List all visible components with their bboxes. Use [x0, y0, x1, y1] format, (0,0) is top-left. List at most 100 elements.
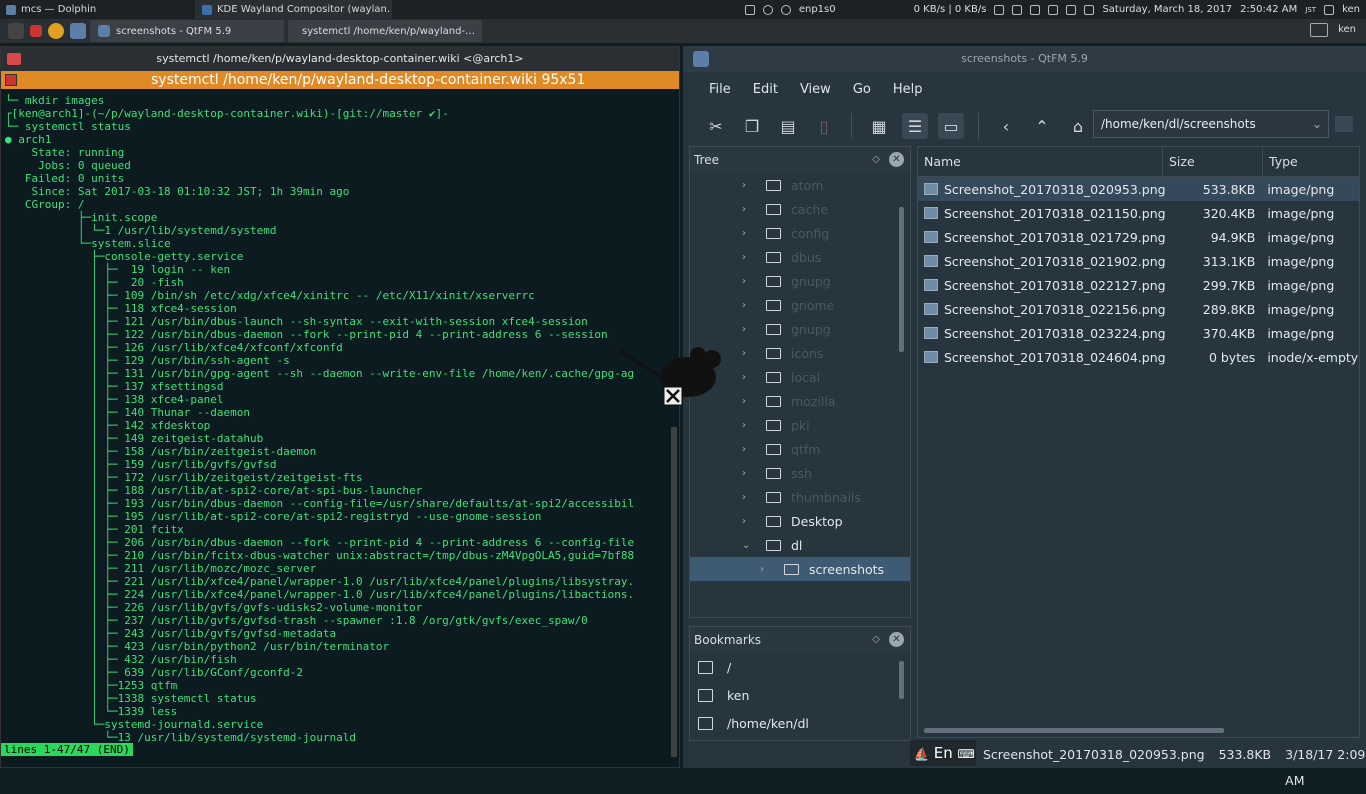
bookmark-item[interactable]: / — [690, 653, 910, 681]
chevron-right-icon[interactable]: › — [742, 372, 754, 383]
network-icon[interactable] — [780, 4, 791, 15]
home-icon[interactable]: ⌂ — [1065, 113, 1091, 139]
clipboard-icon[interactable] — [1066, 4, 1077, 15]
up-icon[interactable]: ⌃ — [1029, 113, 1055, 139]
chevron-right-icon[interactable]: › — [742, 396, 754, 407]
tree-item[interactable]: › screenshots — [690, 557, 910, 581]
chevron-right-icon[interactable]: › — [742, 444, 754, 455]
icon-view-icon[interactable]: ▦ — [866, 113, 892, 139]
terminal-tab[interactable]: systemctl /home/ken/p/wayland-desktop-co… — [1, 71, 679, 89]
chevron-right-icon[interactable]: › — [742, 204, 754, 215]
chevron-right-icon[interactable]: › — [742, 300, 754, 311]
menu-go[interactable]: Go — [853, 82, 871, 97]
bookmarks-scrollbar[interactable] — [899, 661, 904, 699]
file-row[interactable]: Screenshot_20170318_020953.png 533.8KB ima… — [918, 177, 1359, 201]
file-row[interactable]: Screenshot_20170318_021150.png 320.4KB ima… — [918, 201, 1359, 225]
file-size: 289.8KB — [1202, 301, 1256, 317]
file-row[interactable]: Screenshot_20170318_021729.png 94.9KB imag… — [918, 225, 1359, 249]
top-user-label[interactable]: ken — [1342, 4, 1360, 15]
tree-item[interactable]: › dbus — [690, 245, 910, 269]
terminal-titlebar[interactable]: systemctl /home/ken/p/wayland-desktop-co… — [1, 47, 679, 71]
bookmark-item[interactable]: /home/ken/dl — [690, 709, 910, 737]
chevron-right-icon[interactable]: › — [742, 420, 754, 431]
tree-item[interactable]: › gnupg — [690, 317, 910, 341]
bookmark-item[interactable]: ken — [690, 681, 910, 709]
close-icon[interactable]: ✕ — [889, 152, 904, 167]
file-row[interactable]: Screenshot_20170318_024604.png 0 bytes ino… — [918, 345, 1359, 369]
tree-item[interactable]: › pki — [690, 413, 910, 437]
terminal-scrollbar[interactable] — [671, 427, 677, 757]
path-input[interactable]: /home/ken/dl/screenshots ⌄ — [1093, 110, 1329, 138]
chevron-right-icon[interactable]: › — [742, 324, 754, 335]
files-launcher-icon[interactable] — [70, 23, 86, 39]
chrome-icon[interactable] — [48, 23, 64, 39]
terminal-line: │ ├─ 423 /usr/bin/python2 /usr/bin/termi… — [5, 640, 390, 653]
settings-icon[interactable] — [762, 4, 773, 15]
paste-icon[interactable]: ▤ — [775, 113, 801, 139]
chevron-right-icon[interactable]: › — [742, 348, 754, 359]
tree-view-icon[interactable]: ▭ — [938, 113, 964, 139]
tree-item[interactable]: › gnupg — [690, 269, 910, 293]
terminal-close-icon[interactable] — [7, 53, 21, 65]
float-icon[interactable]: ◇ — [872, 627, 880, 653]
file-row[interactable]: Screenshot_20170318_023224.png 370.4KB ima… — [918, 321, 1359, 345]
back-icon[interactable]: ‹ — [993, 113, 1019, 139]
tree-item[interactable]: ⌄ dl — [690, 533, 910, 557]
close-icon[interactable]: ✕ — [889, 632, 904, 647]
column-type[interactable]: Type — [1263, 147, 1359, 176]
tree-item[interactable]: › cache — [690, 197, 910, 221]
lock-icon[interactable] — [994, 4, 1005, 15]
task-terminal[interactable]: systemctl /home/ken/p/wayland-… — [288, 20, 482, 42]
chevron-right-icon[interactable]: › — [760, 564, 772, 575]
user-icon[interactable] — [1324, 4, 1335, 15]
panel-user-label[interactable]: ken — [1338, 24, 1356, 35]
menu-help[interactable]: Help — [893, 82, 923, 97]
detail-view-icon[interactable]: ☰ — [902, 113, 928, 139]
tree-item[interactable]: › atom — [690, 173, 910, 197]
tree-item[interactable]: › thumbnails — [690, 485, 910, 509]
file-row[interactable]: Screenshot_20170318_022156.png 289.8KB ima… — [918, 297, 1359, 321]
chevron-right-icon[interactable]: › — [742, 252, 754, 263]
column-name[interactable]: Name — [918, 147, 1163, 176]
delete-icon[interactable]: ▯ — [811, 113, 837, 139]
float-icon[interactable]: ◇ — [872, 147, 880, 173]
volume-icon[interactable] — [1084, 4, 1095, 15]
input-method-tray[interactable]: ⛵ En ⌨ — [910, 740, 976, 766]
cut-icon[interactable]: ✂ — [703, 113, 729, 139]
tree-scrollbar[interactable] — [899, 207, 904, 352]
window-tab-dolphin[interactable]: mcs — Dolphin — [0, 0, 196, 19]
tree-item[interactable]: › ssh — [690, 461, 910, 485]
app-launcher-icon[interactable] — [30, 25, 42, 37]
chevron-right-icon[interactable]: › — [742, 228, 754, 239]
bluetooth-icon[interactable] — [1012, 4, 1023, 15]
chevron-right-icon[interactable]: › — [742, 468, 754, 479]
chevron-right-icon[interactable]: › — [742, 180, 754, 191]
horizontal-scrollbar[interactable] — [924, 728, 1224, 733]
menu-file[interactable]: File — [709, 82, 731, 97]
window-tab-kwin[interactable]: KDE Wayland Compositor (waylan… — [196, 0, 392, 19]
tree-item-label: cache — [791, 201, 829, 217]
tree-item[interactable]: › qtfm — [690, 437, 910, 461]
chevron-right-icon[interactable]: › — [742, 276, 754, 287]
chevron-right-icon[interactable]: › — [742, 492, 754, 503]
menu-edit[interactable]: Edit — [753, 82, 778, 97]
menu-view[interactable]: View — [800, 82, 831, 97]
copy-icon[interactable]: ❐ — [739, 113, 765, 139]
qtfm-titlebar[interactable]: screenshots - QtFM 5.9 — [683, 46, 1366, 72]
menu-icon[interactable] — [8, 23, 24, 39]
terminal-output[interactable]: └─ mkdir images ┌[ken@arch1]-(~/p/wayland… — [3, 94, 668, 754]
file-row[interactable]: Screenshot_20170318_022127.png 299.7KB ima… — [918, 273, 1359, 297]
tree-item[interactable]: › gnome — [690, 293, 910, 317]
go-button[interactable] — [1335, 116, 1353, 132]
column-size[interactable]: Size — [1163, 147, 1263, 176]
chevron-down-icon[interactable]: ⌄ — [742, 540, 754, 551]
task-qtfm[interactable]: screenshots - QtFM 5.9 — [90, 20, 284, 42]
chevron-down-icon[interactable]: ⌄ — [1312, 111, 1322, 137]
keyboard-icon[interactable] — [1310, 23, 1328, 37]
wifi-icon[interactable] — [1030, 4, 1041, 15]
file-row[interactable]: Screenshot_20170318_021902.png 313.1KB ima… — [918, 249, 1359, 273]
storage-icon[interactable] — [1048, 4, 1059, 15]
chevron-right-icon[interactable]: › — [742, 516, 754, 527]
tree-item[interactable]: › config — [690, 221, 910, 245]
tree-item[interactable]: › Desktop — [690, 509, 910, 533]
